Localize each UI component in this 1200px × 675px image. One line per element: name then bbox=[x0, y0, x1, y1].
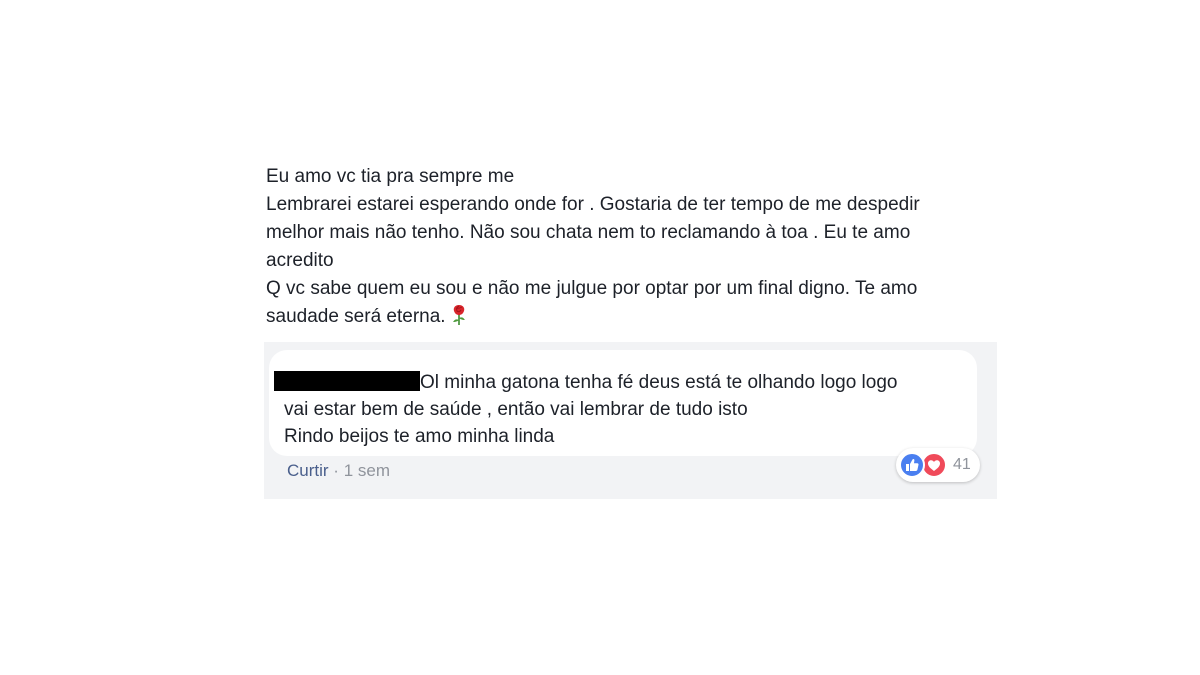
comment-timestamp[interactable]: 1 sem bbox=[344, 461, 390, 480]
comment-text: Ol minha gatona tenha fé deus está te ol… bbox=[274, 369, 974, 450]
comment-text-line: Rindo beijos te amo minha linda bbox=[284, 426, 555, 447]
post-text-line: Lembrarei estarei esperando onde for . G… bbox=[266, 194, 920, 215]
post-text-line: Eu amo vc tia pra sempre me bbox=[266, 166, 515, 187]
comment-section: Ol minha gatona tenha fé deus está te ol… bbox=[264, 342, 997, 499]
comment-text-line: vai estar bem de saúde , então vai lembr… bbox=[284, 399, 748, 420]
comment-text-line: Ol minha gatona tenha fé deus está te ol… bbox=[420, 372, 898, 393]
comment-actions: Curtir · 1 sem bbox=[287, 460, 390, 482]
post-body: Eu amo vc tia pra sempre me Lembrarei es… bbox=[266, 163, 996, 331]
action-separator: · bbox=[333, 461, 339, 480]
post-last-line: saudade será eterna. bbox=[266, 303, 996, 331]
reactions-summary[interactable]: 41 bbox=[896, 448, 980, 482]
redacted-author-name[interactable] bbox=[274, 371, 420, 391]
post-text-line: acredito bbox=[266, 250, 334, 271]
post-text-line: Q vc sabe quem eu sou e não me julgue po… bbox=[266, 278, 918, 299]
comment-first-line: Ol minha gatona tenha fé deus está te ol… bbox=[274, 369, 974, 396]
like-reaction-icon bbox=[899, 452, 925, 478]
like-button[interactable]: Curtir bbox=[287, 461, 329, 480]
comment-bubble: Ol minha gatona tenha fé deus está te ol… bbox=[269, 350, 980, 482]
reaction-count: 41 bbox=[953, 456, 971, 473]
rose-emoji-icon bbox=[452, 305, 465, 325]
post-text-line: melhor mais não tenho. Não sou chata nem… bbox=[266, 222, 911, 243]
post-text-line: saudade será eterna. bbox=[266, 306, 446, 327]
